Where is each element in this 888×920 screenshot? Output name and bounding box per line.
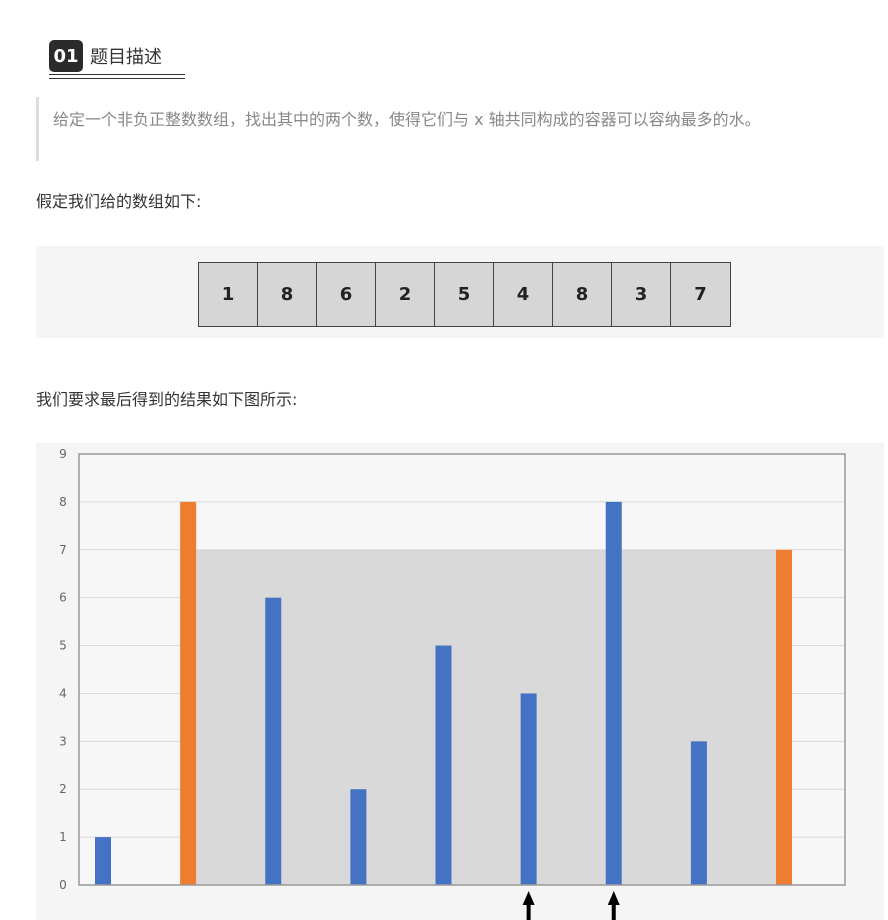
y-tick-label: 5 [59, 639, 67, 653]
result-intro-text: 我们要求最后得到的结果如下图所示: [36, 390, 298, 409]
bar [350, 789, 367, 885]
y-tick-label: 4 [59, 686, 67, 700]
array-figure: 186254837 [36, 246, 884, 338]
bar [435, 645, 452, 885]
section-heading: 01 题目描述 [49, 38, 162, 74]
pointer-arrow [607, 891, 620, 905]
heading-underline [49, 74, 185, 79]
section-title: 题目描述 [90, 47, 162, 68]
array-cell: 3 [612, 263, 671, 326]
section-number-badge: 01 [49, 40, 83, 72]
bar [605, 501, 622, 885]
array-cell: 1 [199, 263, 258, 326]
array-cell: 2 [376, 263, 435, 326]
array-cells: 186254837 [198, 262, 731, 327]
y-tick-label: 1 [59, 830, 67, 844]
result-chart: 0 1 2 3 4 5 6 7 8 9 [59, 447, 846, 920]
pointer-arrow [522, 891, 535, 905]
array-cell: 8 [258, 263, 317, 326]
y-tick-label: 3 [59, 734, 67, 748]
highlighted-bar [776, 549, 792, 885]
y-tick-label: 6 [59, 591, 67, 605]
pointer-arrow-shaft [611, 904, 616, 920]
y-tick-label: 2 [59, 782, 67, 796]
array-intro-text: 假定我们给的数组如下: [36, 192, 202, 211]
problem-description-text: 给定一个非负正整数数组，找出其中的两个数，使得它们与 x 轴共同构成的容器可以容… [53, 110, 761, 129]
array-cell: 7 [671, 263, 730, 326]
article-page: 01 题目描述 给定一个非负正整数数组，找出其中的两个数，使得它们与 x 轴共同… [0, 0, 888, 920]
bar [265, 597, 282, 885]
problem-description-quote: 给定一个非负正整数数组，找出其中的两个数，使得它们与 x 轴共同构成的容器可以容… [36, 97, 884, 161]
result-chart-figure: 0 1 2 3 4 5 6 7 8 9 [36, 443, 884, 920]
highlighted-bar [180, 501, 197, 885]
y-tick-label: 9 [59, 447, 67, 461]
array-cell: 6 [317, 263, 376, 326]
array-cell: 4 [494, 263, 553, 326]
array-cell: 5 [435, 263, 494, 326]
y-tick-label: 0 [59, 878, 67, 892]
array-cell: 8 [553, 263, 612, 326]
bar [520, 693, 537, 885]
water-area [196, 549, 776, 885]
pointer-arrow-shaft [526, 904, 531, 920]
y-tick-label: 8 [59, 495, 67, 509]
y-tick-label: 7 [59, 543, 67, 557]
bar [95, 837, 111, 885]
bar [690, 741, 707, 885]
